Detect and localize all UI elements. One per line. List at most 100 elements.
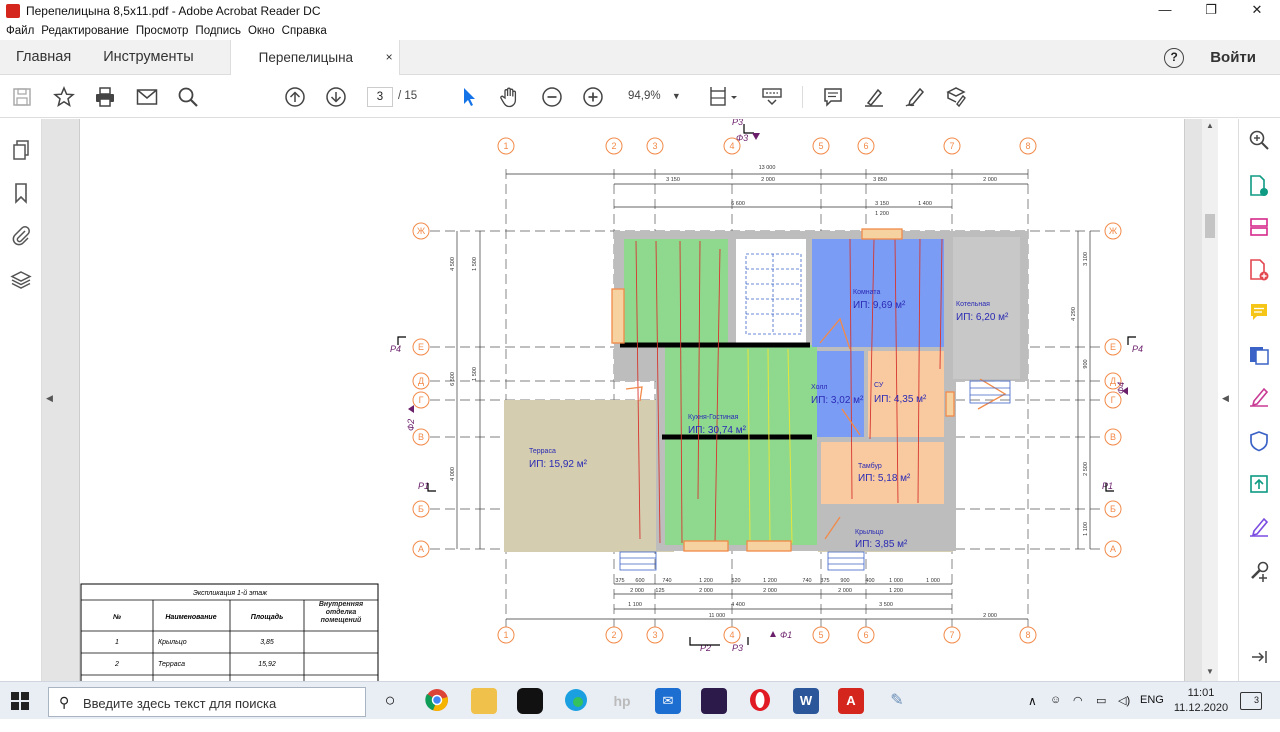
scrollbar-thumb[interactable] [1205,214,1215,238]
organize-pages-icon[interactable] [1247,216,1271,240]
dim-label: 2 000 [983,177,997,183]
maximize-button[interactable]: ❐ [1188,0,1234,22]
highlight-pen-icon[interactable] [862,85,886,109]
vertical-scrollbar[interactable]: ▲ ▼ [1202,119,1218,681]
word-icon[interactable]: W [793,688,819,714]
export-pdf-icon[interactable] [1247,174,1271,198]
taskbar-search-placeholder: Введите здесь текст для поиска [83,696,277,711]
page-thumbnails-icon[interactable] [10,139,32,161]
table-header: Площадь [251,613,284,621]
acrobat-app-icon [6,4,20,18]
edit-pdf-icon[interactable] [1247,516,1271,540]
print-icon[interactable] [93,85,117,109]
wifi-icon[interactable]: ◠ [1073,694,1083,732]
hp-icon[interactable]: hp [609,688,635,714]
menu-help[interactable]: Справка [282,25,327,37]
acrobat-icon[interactable]: A [838,688,864,714]
sign-in-button[interactable]: Войти [1210,49,1256,66]
close-window-button[interactable]: ✕ [1234,0,1280,22]
language-indicator[interactable]: ENG [1140,694,1164,732]
menu-window[interactable]: Окно [248,25,275,37]
hand-tool-icon[interactable] [498,85,522,109]
battery-icon[interactable]: ▭ [1096,694,1106,732]
tab-close-icon[interactable]: × [386,40,393,75]
comment-tool-icon[interactable] [1247,301,1271,325]
email-icon[interactable] [135,85,159,109]
toolbar: 3 / 15 94,9% ▼ [0,75,1280,118]
collapse-tools-pane-icon[interactable] [1247,649,1271,673]
edge-icon[interactable] [563,688,589,714]
room-area: ИП: 6,20 м² [956,312,1009,323]
zoom-level-value: 94,9% [628,90,661,102]
attachments-icon[interactable] [10,225,32,247]
file-explorer-icon[interactable] [471,688,497,714]
scroll-down-icon[interactable]: ▼ [1206,667,1214,676]
section-mark: Ф3 [736,133,748,143]
protect-icon[interactable] [1247,430,1271,454]
notification-center-icon[interactable]: 3 [1240,692,1262,710]
dim-label: 6 500 [450,372,456,386]
opera-icon[interactable] [747,688,773,714]
dim-label: 375 [615,578,624,584]
minimize-button[interactable]: — [1142,0,1188,22]
next-page-icon[interactable] [324,85,348,109]
dim-label: 2 000 [838,588,852,594]
show-hidden-icons[interactable]: ∧ [1028,694,1037,732]
app-icon-camera[interactable] [517,688,543,714]
tab-document[interactable]: Перепелицына 8,5... × [229,39,400,100]
select-cursor-icon[interactable] [457,85,481,109]
more-tools-icon[interactable] [1247,560,1271,584]
taskbar-search-input[interactable]: ⚲ Введите здесь текст для поиска [48,687,366,717]
clock[interactable]: 11:01 11.12.2020 [1173,686,1229,716]
scroll-up-icon[interactable]: ▲ [1206,121,1214,130]
help-button[interactable]: ? [1164,47,1185,68]
zoom-level-select[interactable]: 94,9% ▼ [628,90,681,102]
save-icon[interactable] [10,85,34,109]
tab-home[interactable]: Главная [0,40,87,75]
fit-page-icon[interactable] [707,85,741,109]
menu-sign[interactable]: Подпись [195,25,241,37]
create-pdf-icon[interactable] [1247,258,1271,282]
prev-page-icon[interactable] [283,85,307,109]
table-cell: 15,92 [258,661,276,668]
room-name: Тамбур [858,462,882,470]
collapse-left-pane-icon[interactable]: ◀ [46,393,53,404]
menu-edit[interactable]: Редактирование [41,25,129,37]
comment-icon[interactable] [821,85,845,109]
dim-label: 2 000 [630,588,644,594]
app-icon-brush[interactable]: ✎ [884,688,910,714]
layers-icon[interactable] [10,269,32,291]
app-icon-paint[interactable] [701,688,727,714]
people-icon[interactable]: ☺ [1050,694,1061,732]
window-controls: — ❐ ✕ [1142,0,1280,22]
fill-sign-icon[interactable] [944,85,968,109]
volume-icon[interactable]: ◁) [1118,694,1130,732]
send-for-review-icon[interactable] [1247,473,1271,497]
zoom-tool-icon[interactable] [1247,129,1271,153]
combine-files-icon[interactable] [1247,344,1271,368]
zoom-in-icon[interactable] [581,85,605,109]
explication-table: Экспликация 1-й этаж № Наименование Площ… [80,583,379,685]
bookmark-star-icon[interactable] [52,85,76,109]
zoom-out-icon[interactable] [540,85,564,109]
axis-label: 2 [611,630,616,640]
menu-view[interactable]: Просмотр [136,25,189,37]
mail-icon[interactable]: ✉ [655,688,681,714]
expand-right-pane-icon[interactable]: ◀ [1222,393,1229,404]
task-view-icon[interactable]: ○ [377,688,403,714]
bookmarks-icon[interactable] [10,182,32,204]
scroll-mode-icon[interactable] [760,85,784,109]
windows-start-icon[interactable] [10,691,32,711]
axis-label: 3 [652,141,657,151]
page-number-input[interactable]: 3 [367,87,393,107]
table-header: Внутренняя отделка помещений [318,601,364,624]
chrome-icon[interactable] [424,688,450,714]
tab-tools[interactable]: Инструменты [87,40,209,75]
menu-file[interactable]: Файл [6,25,34,37]
axis-label: Б [418,504,424,514]
fill-sign-tool-icon[interactable] [1247,386,1271,410]
clock-time: 11:01 [1187,687,1215,699]
sign-icon[interactable] [903,85,927,109]
dim-label: 1 100 [1083,522,1089,536]
search-icon[interactable] [176,85,200,109]
